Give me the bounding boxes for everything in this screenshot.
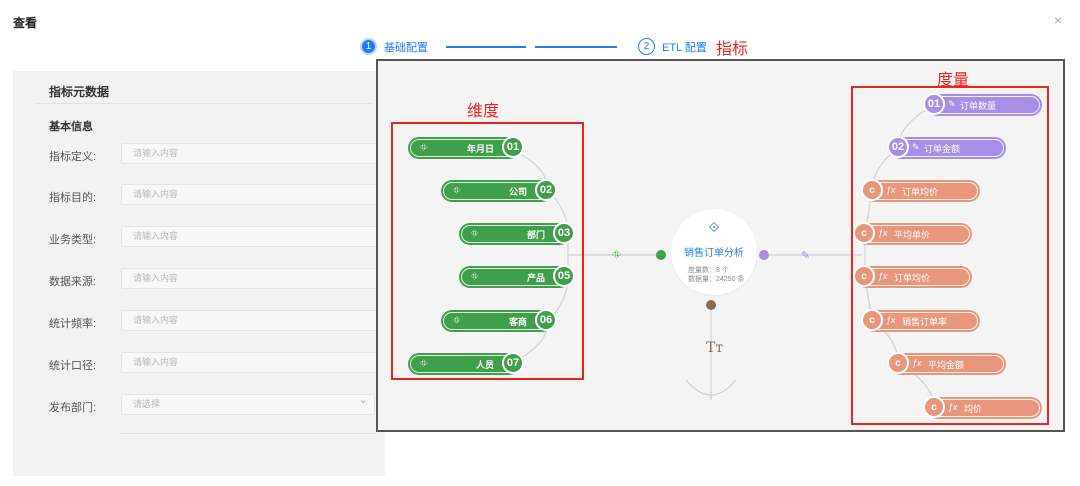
measure-label: 平均金额 <box>928 360 965 370</box>
measure-label: 均价 <box>964 404 983 414</box>
link-icon: ⟐ <box>708 219 720 235</box>
dimension-number: 02 <box>535 179 557 201</box>
metric-center-node[interactable]: ⟐ 销售订单分析 度量数：8 个 数据量：24250 条 <box>671 209 757 295</box>
dimension-connector-dot[interactable] <box>656 250 666 260</box>
dimension-label: 年月日 <box>466 144 494 154</box>
measure-label: 订单均价 <box>894 273 931 283</box>
measure-label: 订单金额 <box>924 144 961 154</box>
measure-calc-badge: c <box>861 309 883 331</box>
measure-node[interactable]: 02 ✎ 订单金额 <box>887 136 1006 159</box>
fx-icon: ƒx <box>912 358 922 368</box>
dimension-number: 05 <box>553 265 575 287</box>
dimension-number: 01 <box>502 136 524 158</box>
dimension-icon: ⛗ <box>453 185 461 195</box>
fx-icon: ƒx <box>948 402 958 412</box>
dimension-number: 03 <box>553 222 575 244</box>
dimension-node[interactable]: ⛗ 年月日 01 <box>408 136 524 159</box>
measure-node[interactable]: c ƒx 订单均价 <box>861 179 980 202</box>
ruler-icon: ✎ <box>912 142 920 152</box>
annotation-dimension: 维度 <box>467 103 500 120</box>
dimension-icon: ⛗ <box>612 249 621 261</box>
fx-icon: ƒx <box>886 185 896 195</box>
measure-calc-badge: c <box>887 352 909 374</box>
dimension-node[interactable]: ⛗ 人员 07 <box>408 352 524 375</box>
dimension-icon: ⛗ <box>420 142 428 152</box>
measure-node[interactable]: c ƒx 平均金额 <box>887 352 1006 375</box>
measure-node[interactable]: 01 ✎ 订单数量 <box>923 93 1042 116</box>
measure-calc-badge: c <box>853 265 875 287</box>
dimension-node[interactable]: ⛗ 部门 03 <box>459 222 575 245</box>
measure-label: 订单数量 <box>960 101 997 111</box>
measure-calc-badge: c <box>923 396 945 418</box>
measure-node[interactable]: c ƒx 销售订单率 <box>861 309 980 332</box>
dimension-label: 公司 <box>508 187 527 197</box>
fx-icon: ƒx <box>878 271 888 281</box>
measure-calc-badge: c <box>861 179 883 201</box>
dimension-label: 客商 <box>508 317 527 327</box>
dimension-number: 06 <box>535 309 557 331</box>
measure-number: 02 <box>887 136 909 158</box>
dimension-label: 产品 <box>526 273 545 283</box>
dimension-node[interactable]: ⛗ 公司 02 <box>441 179 557 202</box>
dimension-label: 人员 <box>475 360 494 370</box>
data-volume: 数据量：24250 条 <box>688 276 745 283</box>
dimension-node[interactable]: ⛗ 客商 06 <box>441 309 557 332</box>
ruler-icon: ✎ <box>801 250 811 262</box>
measure-label: 销售订单率 <box>902 317 948 327</box>
view-dialog: 查看 × 1 基础配置 2 ETL 配置 指标 指标元数据 基本信息 指标定义:… <box>0 0 1080 486</box>
dimension-icon: ⛗ <box>471 271 479 281</box>
measure-node[interactable]: c ƒx 平均单价 <box>853 222 972 245</box>
dimension-icon: ⛗ <box>471 228 479 238</box>
dimension-node[interactable]: ⛗ 产品 05 <box>459 265 575 288</box>
text-icon: Tт <box>706 340 724 356</box>
measure-node[interactable]: c ƒx 订单均价 <box>853 265 972 288</box>
metric-name: 销售订单分析 <box>684 248 744 259</box>
fx-icon: ƒx <box>886 315 896 325</box>
ruler-icon: ✎ <box>948 99 956 109</box>
annotation-measure: 度量 <box>937 72 970 89</box>
measure-label: 平均单价 <box>894 230 931 240</box>
dimension-icon: ⛗ <box>420 358 428 368</box>
dimension-label: 部门 <box>526 230 545 240</box>
dimension-number: 07 <box>502 352 524 374</box>
fx-icon: ƒx <box>878 228 888 238</box>
text-connector-dot[interactable] <box>706 300 716 310</box>
dimension-icon: ⛗ <box>453 315 461 325</box>
measure-number: 01 <box>923 93 945 115</box>
measure-node[interactable]: c ƒx 均价 <box>923 396 1042 419</box>
measure-label: 订单均价 <box>902 187 939 197</box>
measure-connector-dot[interactable] <box>759 250 769 260</box>
dimension-highlight-box <box>391 122 584 380</box>
measure-calc-badge: c <box>853 222 875 244</box>
